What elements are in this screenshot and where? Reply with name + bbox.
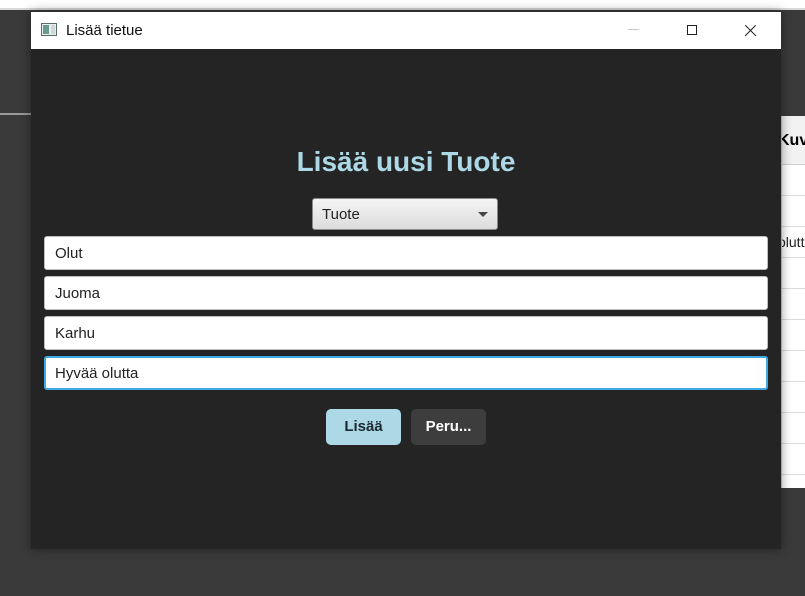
background-divider <box>0 113 31 115</box>
maximize-icon[interactable] <box>669 12 715 49</box>
type-select[interactable]: Tuote <box>312 198 498 230</box>
chevron-down-icon <box>478 212 488 217</box>
table-row[interactable]: olutt <box>782 227 805 258</box>
add-button[interactable]: Lisää <box>326 409 401 445</box>
background-shadow <box>0 8 805 10</box>
table-row[interactable] <box>782 165 805 196</box>
dialog-heading: Lisää uusi Tuote <box>296 146 516 177</box>
table-row[interactable] <box>782 196 805 227</box>
cancel-button[interactable]: Peru... <box>411 409 486 445</box>
table-row[interactable] <box>782 320 805 351</box>
close-icon[interactable] <box>728 12 774 49</box>
window-title: Lisää tietue <box>66 22 143 39</box>
table-header[interactable]: Kuv <box>782 116 805 165</box>
window-app-icon <box>41 23 57 36</box>
description-field[interactable] <box>44 356 768 390</box>
table-row[interactable] <box>782 258 805 289</box>
add-record-dialog: Lisää tietue Lisää uusi Tuote Tuote Lisä… <box>31 12 781 549</box>
background-window-edge <box>0 0 805 8</box>
table-row[interactable] <box>782 413 805 444</box>
table-row[interactable] <box>782 351 805 382</box>
table-row[interactable] <box>782 289 805 320</box>
category-field[interactable] <box>44 276 768 310</box>
table-row[interactable] <box>782 444 805 475</box>
minimize-icon[interactable] <box>611 12 657 49</box>
table-row[interactable] <box>782 382 805 413</box>
type-select-value: Tuote <box>322 206 360 223</box>
name-field[interactable] <box>44 236 768 270</box>
brand-field[interactable] <box>44 316 768 350</box>
title-bar[interactable]: Lisää tietue <box>31 12 781 49</box>
background-table: Kuv olutt <box>781 116 805 488</box>
